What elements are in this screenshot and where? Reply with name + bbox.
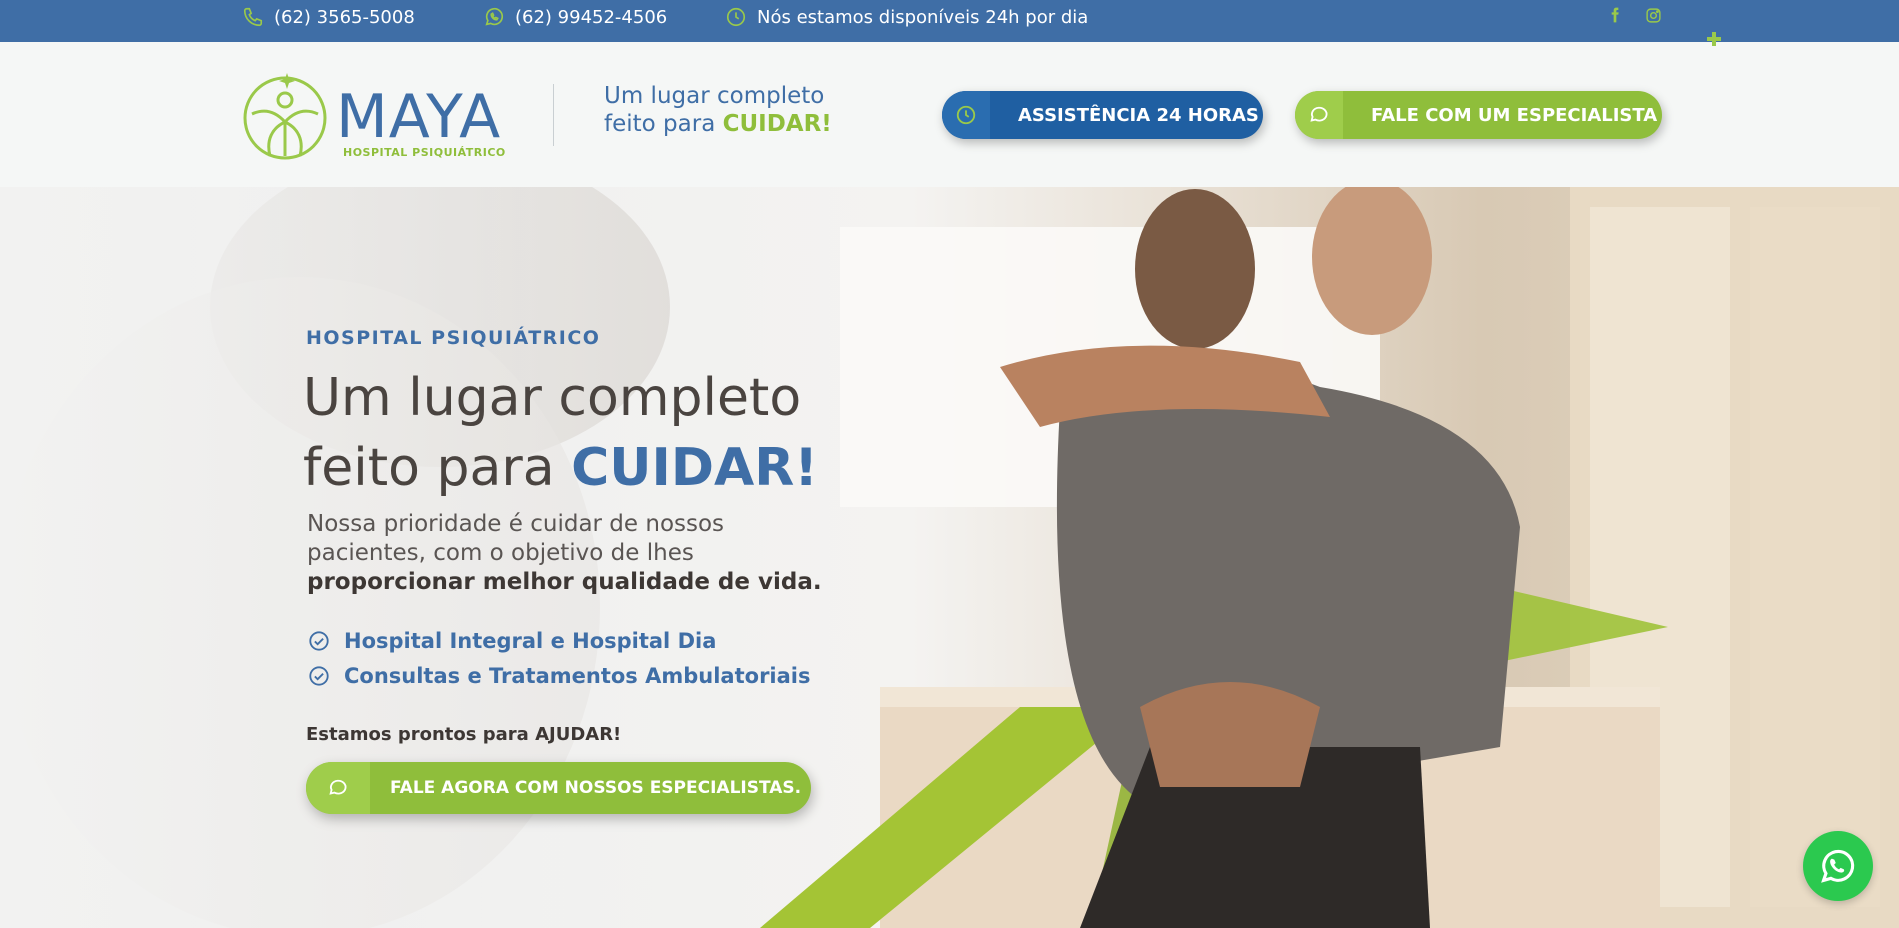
- slogan-accent: CUIDAR!: [722, 111, 832, 137]
- check-circle-icon: [309, 665, 329, 686]
- plus-icon: [1707, 32, 1721, 46]
- header-slogan: Um lugar completo feito para CUIDAR!: [604, 82, 832, 138]
- talk-now-specialists-button[interactable]: FALE AGORA COM NOSSOS ESPECIALISTAS.: [306, 762, 811, 814]
- cta-label: FALE AGORA COM NOSSOS ESPECIALISTAS.: [390, 778, 802, 798]
- hero-title-line-1: Um lugar completo: [303, 368, 802, 428]
- whatsapp-floating-button[interactable]: [1803, 831, 1873, 901]
- whatsapp-number[interactable]: (62) 99452-4506: [515, 7, 667, 28]
- ready-to-help-text: Estamos prontos para AJUDAR!: [306, 724, 622, 745]
- hero-title-line-2: feito para CUIDAR!: [303, 433, 818, 503]
- logo-wordmark: MAYA: [336, 82, 502, 152]
- chat-bubble-icon: [1295, 91, 1343, 139]
- site-header: MAYA HOSPITAL PSIQUIÁTRICO Um lugar comp…: [0, 42, 1899, 187]
- hero-title: Um lugar completo feito para CUIDAR!: [303, 363, 818, 503]
- phone-contact[interactable]: (62) 3565-5008: [242, 0, 415, 34]
- features-list: Hospital Integral e Hospital Dia Consult…: [308, 623, 811, 693]
- feature-label: Hospital Integral e Hospital Dia: [344, 628, 717, 653]
- availability-info: Nós estamos disponíveis 24h por dia: [725, 0, 1088, 34]
- logo-emblem-icon: [243, 73, 327, 160]
- slogan-line-1: Um lugar completo: [604, 83, 825, 109]
- slogan-prefix: feito para: [604, 111, 723, 137]
- hero-description: Nossa prioridade é cuidar de nossos paci…: [307, 510, 867, 597]
- hero-description-line-1: Nossa prioridade é cuidar de nossos: [307, 511, 725, 537]
- availability-text: Nós estamos disponíveis 24h por dia: [757, 6, 1089, 28]
- whatsapp-contact[interactable]: (62) 99452-4506: [483, 0, 667, 34]
- phone-number[interactable]: (62) 3565-5008: [274, 7, 415, 28]
- hero-description-line-2: pacientes, com o objetivo de lhes: [307, 540, 694, 566]
- hero-description-bold: proporcionar melhor qualidade de vida.: [307, 569, 822, 595]
- hero-tagline: HOSPITAL PSIQUIÁTRICO: [306, 327, 601, 349]
- clock-icon: [725, 6, 747, 28]
- hero-title-strong: CUIDAR!: [571, 438, 819, 498]
- clock-icon: [942, 91, 990, 139]
- assistance-24h-button[interactable]: ASSISTÊNCIA 24 HORAS: [942, 91, 1263, 139]
- specialist-label: FALE COM UM ESPECIALISTA: [1371, 104, 1658, 126]
- hero-background-image: [0, 187, 1899, 928]
- phone-icon: [242, 6, 264, 28]
- check-circle-icon: [309, 630, 329, 651]
- chat-bubble-icon: [306, 762, 370, 814]
- hero-title-prefix: feito para: [303, 438, 572, 498]
- slogan-line-2: feito para CUIDAR!: [604, 110, 832, 138]
- top-bar: (62) 3565-5008 (62) 99452-4506 Nós estam…: [0, 0, 1899, 42]
- list-item: Consultas e Tratamentos Ambulatoriais: [308, 658, 811, 693]
- hero-section: HOSPITAL PSIQUIÁTRICO Um lugar completo …: [0, 187, 1899, 928]
- header-divider: [553, 84, 554, 146]
- assistance-label: ASSISTÊNCIA 24 HORAS: [1018, 104, 1259, 126]
- instagram-icon[interactable]: [1642, 4, 1664, 26]
- whatsapp-icon: [483, 6, 505, 28]
- logo-subtitle: HOSPITAL PSIQUIÁTRICO: [343, 146, 506, 159]
- talk-to-specialist-button[interactable]: FALE COM UM ESPECIALISTA: [1295, 91, 1662, 139]
- whatsapp-icon: [1821, 849, 1855, 883]
- facebook-icon[interactable]: [1604, 4, 1626, 26]
- list-item: Hospital Integral e Hospital Dia: [308, 623, 811, 658]
- feature-label: Consultas e Tratamentos Ambulatoriais: [344, 663, 811, 688]
